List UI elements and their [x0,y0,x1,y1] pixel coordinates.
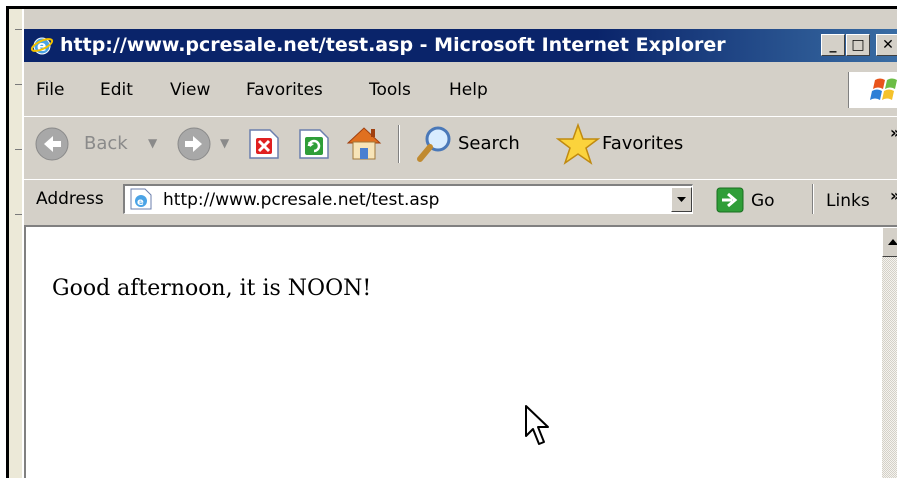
go-button-label[interactable]: Go [751,189,775,213]
addressbar-separator [812,184,814,214]
search-icon[interactable] [416,125,454,163]
ie-window: e http://www.pcresale.net/test.asp - Mic… [22,9,897,478]
scroll-up-button[interactable] [882,227,897,257]
mouse-cursor-icon [525,405,549,445]
forward-arrow-icon[interactable] [176,126,212,162]
menu-favorites[interactable]: Favorites [246,77,323,103]
stop-icon[interactable] [246,126,282,162]
page-icon: e [130,188,152,210]
menu-bar: File Edit View Favorites Tools Help [24,72,897,108]
close-button[interactable]: ✕ [876,34,897,56]
vertical-scrollbar[interactable] [882,225,897,478]
page-body-text: Good afternoon, it is NOON! [52,276,372,301]
minimize-button[interactable]: _ [821,34,845,56]
menu-edit[interactable]: Edit [100,77,133,103]
back-label[interactable]: Back [84,132,128,156]
background-window-strip [9,9,22,478]
back-dropdown-icon[interactable]: ▼ [148,131,157,155]
forward-dropdown-icon[interactable]: ▼ [220,131,229,155]
chevron-up-icon [888,239,897,245]
standard-toolbar: Back ▼ ▼ Search Favorites [24,116,897,171]
links-overflow-chevron[interactable]: » [890,184,897,208]
ie-icon: e [30,33,54,57]
svg-text:e: e [137,197,144,208]
maximize-button[interactable]: □ [846,34,870,56]
menu-help[interactable]: Help [449,77,488,103]
links-label[interactable]: Links [826,189,870,213]
go-arrow-icon[interactable] [716,187,744,213]
refresh-icon[interactable] [296,126,332,162]
menu-tools[interactable]: Tools [369,77,411,103]
page-content[interactable]: Good afternoon, it is NOON! [24,225,882,478]
favorites-label[interactable]: Favorites [602,132,683,156]
screenshot: e http://www.pcresale.net/test.asp - Mic… [0,0,897,478]
toolbar-overflow-chevron[interactable]: » [890,121,897,145]
address-label: Address [36,189,104,209]
menu-view[interactable]: View [170,77,210,103]
toolbar-separator [398,125,400,163]
address-bar: Address e http://www.pcresale.net/test.a… [24,179,897,220]
home-icon[interactable] [344,123,384,163]
title-bar[interactable]: e http://www.pcresale.net/test.asp - Mic… [24,29,897,62]
back-arrow-icon[interactable] [34,126,70,162]
window-title: http://www.pcresale.net/test.asp - Micro… [60,34,726,56]
address-url: http://www.pcresale.net/test.asp [163,190,440,210]
address-input[interactable]: e http://www.pcresale.net/test.asp [123,184,693,214]
menu-file[interactable]: File [36,77,64,103]
search-label[interactable]: Search [458,132,520,156]
favorites-star-icon[interactable] [556,123,600,165]
chevron-down-icon [677,197,686,202]
address-dropdown-button[interactable] [671,187,692,212]
windows-logo-icon [848,72,897,108]
